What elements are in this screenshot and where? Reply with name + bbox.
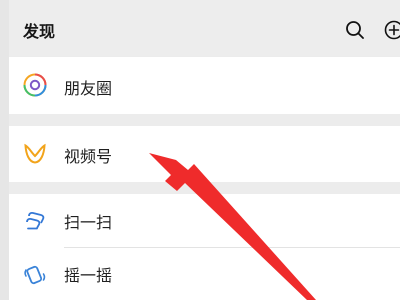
menu-item-label: 扫一扫: [64, 213, 113, 232]
add-icon[interactable]: [384, 20, 400, 40]
shake-icon: [24, 265, 46, 285]
menu-item-channels[interactable]: 视频号: [9, 126, 400, 182]
channels-icon: [24, 143, 46, 164]
discover-screen: 发现 朋友圈 视频号 扫一扫 摇一摇: [0, 0, 400, 300]
menu-item-scan[interactable]: 扫一扫: [9, 194, 400, 247]
menu-item-label: 朋友圈: [64, 79, 113, 98]
scan-icon: [26, 211, 45, 230]
menu-group-scan-shake: 扫一扫 摇一摇: [9, 194, 400, 300]
moments-icon: [23, 73, 47, 97]
phone-view: 发现 朋友圈 视频号 扫一扫 摇一摇: [9, 0, 400, 300]
menu-item-shake[interactable]: 摇一摇: [9, 248, 400, 300]
menu-item-moments[interactable]: 朋友圈: [9, 57, 400, 114]
menu-item-label: 摇一摇: [64, 266, 113, 285]
discover-header: 发现: [9, 0, 400, 56]
menu-item-label: 视频号: [64, 147, 113, 166]
page-title: 发现: [23, 22, 56, 41]
search-icon[interactable]: [346, 21, 364, 39]
